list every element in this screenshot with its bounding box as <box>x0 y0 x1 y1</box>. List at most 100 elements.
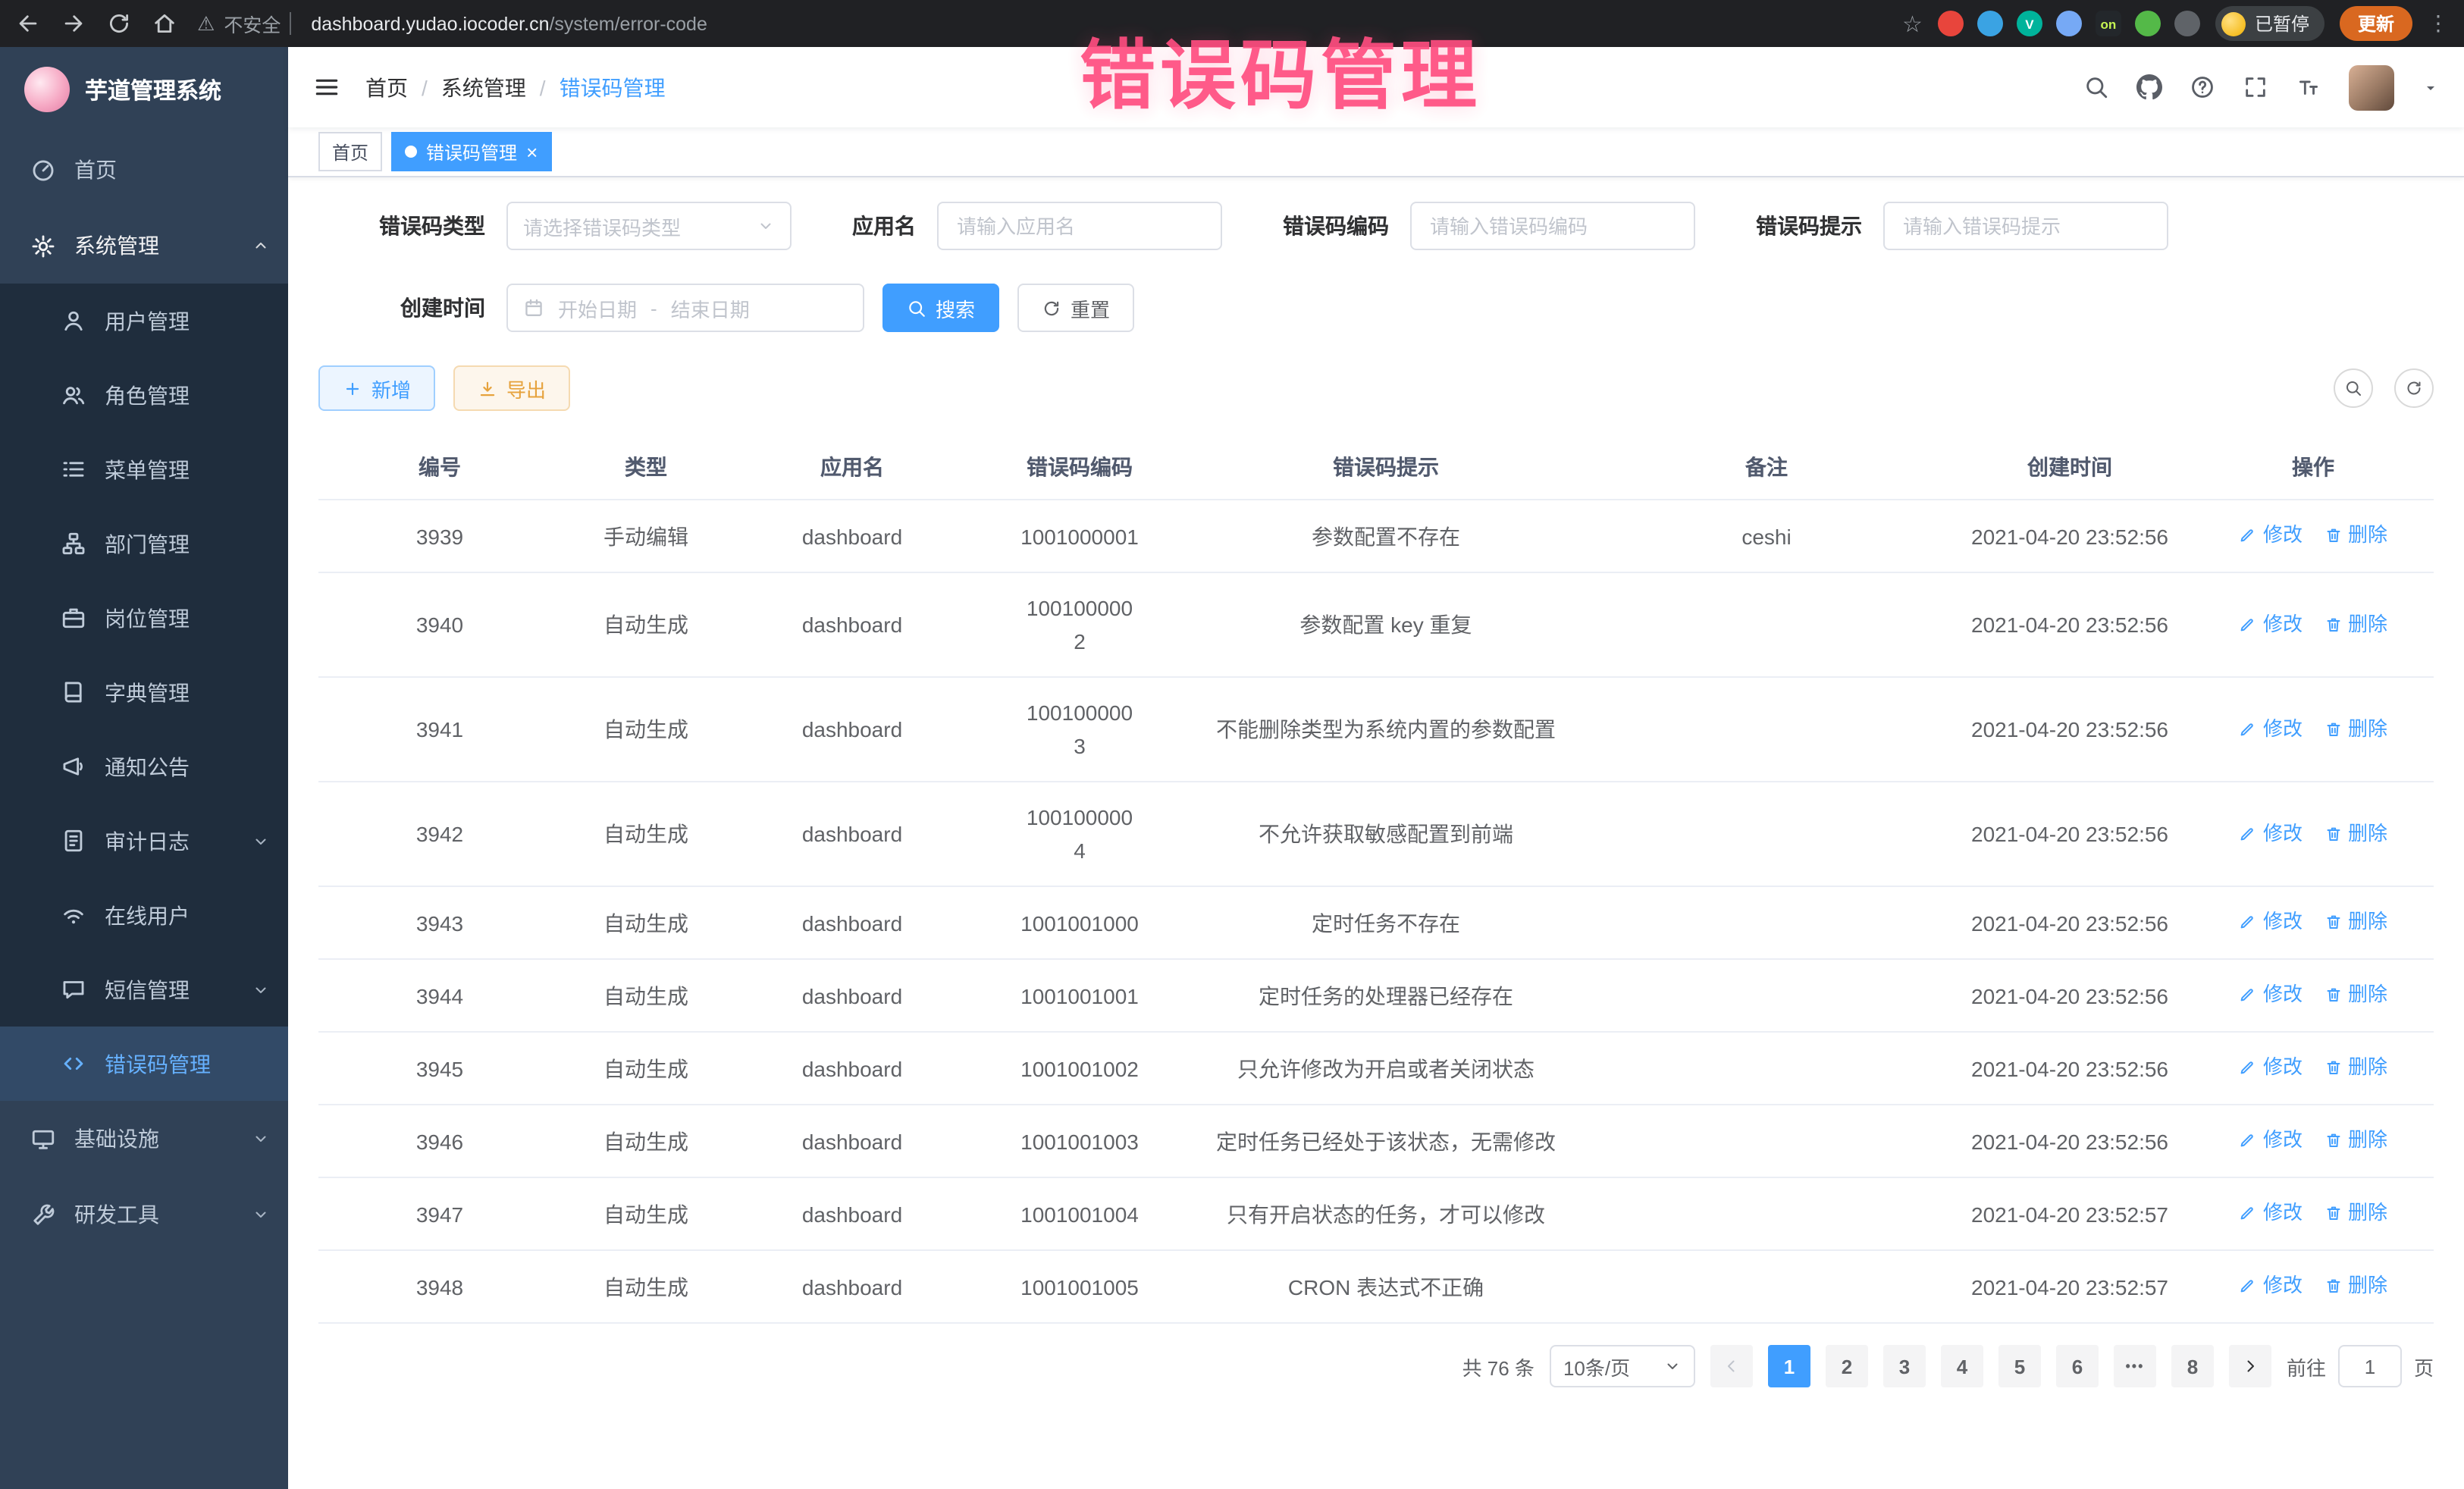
edit-link[interactable]: 修改 <box>2239 1269 2303 1302</box>
drop-extension-icon[interactable] <box>1977 11 2003 36</box>
sidebar-item-infrastructure[interactable]: 基础设施 <box>0 1101 288 1177</box>
user-avatar[interactable] <box>2349 64 2394 110</box>
pin-extension-icon[interactable] <box>2174 11 2200 36</box>
user-menu-caret-icon[interactable] <box>2422 78 2440 96</box>
chrome-menu-icon[interactable]: ⋮ <box>2428 11 2449 36</box>
home-icon[interactable] <box>152 11 177 36</box>
profile-chip[interactable]: 已暂停 <box>2215 6 2324 41</box>
page-size-select[interactable]: 10条/页 <box>1550 1345 1695 1387</box>
page-number-8[interactable]: 8 <box>2171 1345 2214 1387</box>
people-extension-icon[interactable] <box>2056 11 2082 36</box>
users-icon <box>61 382 86 408</box>
cell-id: 3943 <box>318 886 561 959</box>
edit-link[interactable]: 修改 <box>2239 1124 2303 1157</box>
delete-link[interactable]: 删除 <box>2324 905 2387 939</box>
back-icon[interactable] <box>15 11 41 36</box>
row-actions: 修改删除 <box>2193 782 2434 886</box>
page-ellipsis[interactable]: ••• <box>2114 1345 2156 1387</box>
refresh-table-button[interactable] <box>2394 368 2434 408</box>
bookmark-star-icon[interactable]: ☆ <box>1902 10 1923 37</box>
error-code-table: 编号类型应用名错误码编码错误码提示备注创建时间操作 3939手动编辑dashbo… <box>318 435 2434 1324</box>
delete-link[interactable]: 删除 <box>2324 1269 2387 1302</box>
breadcrumb-item[interactable]: 系统管理 <box>441 72 526 102</box>
security-indicator[interactable]: ⚠ 不安全 <box>197 9 291 38</box>
page-number-4[interactable]: 4 <box>1941 1345 1983 1387</box>
sidebar-item-system-management[interactable]: 系统管理 <box>0 208 288 284</box>
page-number-1[interactable]: 1 <box>1768 1345 1810 1387</box>
forward-icon[interactable] <box>61 11 86 36</box>
page-number-5[interactable]: 5 <box>1998 1345 2041 1387</box>
reset-button[interactable]: 重置 <box>1017 284 1134 332</box>
active-dot-icon <box>405 146 417 158</box>
help-icon[interactable] <box>2190 74 2215 100</box>
toggle-search-button[interactable] <box>2334 368 2373 408</box>
github-icon[interactable] <box>2136 74 2162 100</box>
v-extension-icon[interactable]: V <box>2017 11 2042 36</box>
prev-page-button[interactable] <box>1710 1345 1753 1387</box>
delete-link[interactable]: 删除 <box>2324 607 2387 641</box>
sidebar-toggle-icon[interactable] <box>312 73 341 102</box>
font-size-icon[interactable] <box>2296 74 2321 100</box>
leaf-extension-icon[interactable] <box>2135 11 2161 36</box>
cell-app: dashboard <box>731 572 973 677</box>
sidebar-item-sms-management[interactable]: 短信管理 <box>0 952 288 1027</box>
tag-close-icon[interactable]: × <box>526 142 538 161</box>
edit-link[interactable]: 修改 <box>2239 1196 2303 1230</box>
warning-icon: ⚠ <box>197 11 215 36</box>
delete-link[interactable]: 删除 <box>2324 712 2387 745</box>
page-number-2[interactable]: 2 <box>1826 1345 1868 1387</box>
export-button[interactable]: 导出 <box>453 365 570 411</box>
delete-link[interactable]: 删除 <box>2324 978 2387 1011</box>
delete-link[interactable]: 删除 <box>2324 1051 2387 1084</box>
jump-page-input[interactable] <box>2338 1345 2402 1387</box>
delete-link[interactable]: 删除 <box>2324 519 2387 552</box>
app-logo[interactable]: 芋道管理系统 <box>0 47 288 132</box>
app-name-input[interactable] <box>937 202 1222 250</box>
sidebar-item-online-users[interactable]: 在线用户 <box>0 878 288 952</box>
edit-link[interactable]: 修改 <box>2239 519 2303 552</box>
fullscreen-icon[interactable] <box>2243 74 2268 100</box>
delete-link[interactable]: 删除 <box>2324 1196 2387 1230</box>
search-icon[interactable] <box>2083 74 2109 100</box>
page-number-6[interactable]: 6 <box>2056 1345 2099 1387</box>
sidebar-item-user-management[interactable]: 用户管理 <box>0 284 288 358</box>
sidebar-item-dept-management[interactable]: 部门管理 <box>0 506 288 581</box>
edit-link[interactable]: 修改 <box>2239 607 2303 641</box>
error-code-input[interactable] <box>1410 202 1695 250</box>
tag-item[interactable]: 首页 <box>318 132 382 171</box>
sidebar-item-label: 短信管理 <box>105 974 190 1005</box>
reload-icon[interactable] <box>106 11 132 36</box>
edit-link[interactable]: 修改 <box>2239 817 2303 850</box>
on-badge-extension-icon[interactable]: on <box>2096 11 2121 36</box>
sidebar-item-role-management[interactable]: 角色管理 <box>0 358 288 432</box>
table-row: 3948自动生成dashboard1001001005CRON 表达式不正确20… <box>318 1250 2434 1323</box>
edit-icon <box>2239 913 2257 931</box>
sidebar-item-menu-management[interactable]: 菜单管理 <box>0 432 288 506</box>
chrome-update-button[interactable]: 更新 <box>2340 6 2412 41</box>
edit-link[interactable]: 修改 <box>2239 1051 2303 1084</box>
sidebar-item-audit-log[interactable]: 审计日志 <box>0 804 288 878</box>
edit-link[interactable]: 修改 <box>2239 712 2303 745</box>
date-range-picker[interactable]: 开始日期 - 结束日期 <box>506 284 864 332</box>
url-bar[interactable]: dashboard.yudao.iocoder.cn/system/error-… <box>311 13 707 34</box>
next-page-button[interactable] <box>2229 1345 2271 1387</box>
logo-image <box>24 67 70 112</box>
search-button[interactable]: 搜索 <box>882 284 999 332</box>
delete-link[interactable]: 删除 <box>2324 1124 2387 1157</box>
error-type-select[interactable]: 请选择错误码类型 <box>506 202 792 250</box>
sidebar-item-home[interactable]: 首页 <box>0 132 288 208</box>
edit-link[interactable]: 修改 <box>2239 978 2303 1011</box>
sidebar-item-notice-announcement[interactable]: 通知公告 <box>0 729 288 804</box>
error-msg-input[interactable] <box>1883 202 2168 250</box>
sidebar-item-post-management[interactable]: 岗位管理 <box>0 581 288 655</box>
breadcrumb-item[interactable]: 首页 <box>365 72 408 102</box>
adblock-extension-icon[interactable] <box>1938 11 1964 36</box>
page-number-3[interactable]: 3 <box>1883 1345 1926 1387</box>
delete-link[interactable]: 删除 <box>2324 817 2387 850</box>
tag-item[interactable]: 错误码管理× <box>391 132 551 171</box>
add-button[interactable]: 新增 <box>318 365 435 411</box>
sidebar-item-dev-tools[interactable]: 研发工具 <box>0 1177 288 1252</box>
sidebar-item-dict-management[interactable]: 字典管理 <box>0 655 288 729</box>
edit-link[interactable]: 修改 <box>2239 905 2303 939</box>
sidebar-item-error-code-management[interactable]: 错误码管理 <box>0 1027 288 1101</box>
